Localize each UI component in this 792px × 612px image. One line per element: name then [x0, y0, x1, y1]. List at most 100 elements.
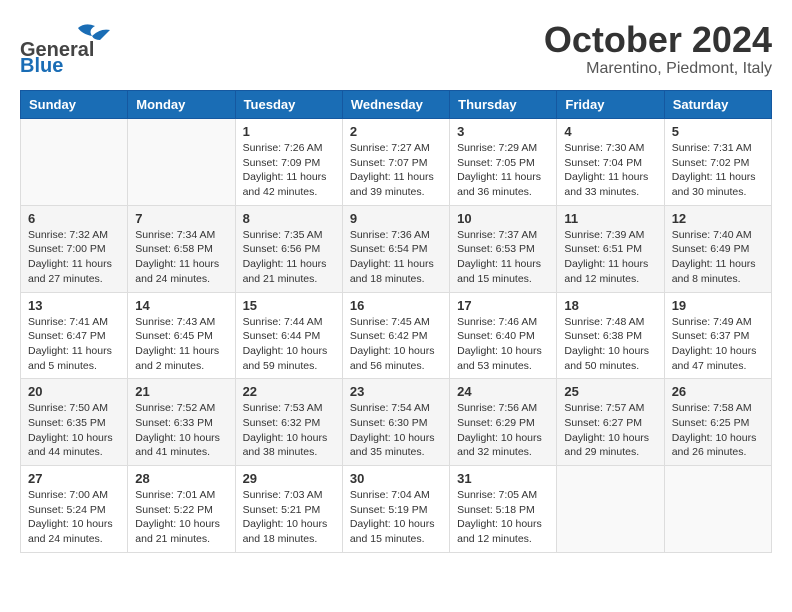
calendar-day: 30Sunrise: 7:04 AM Sunset: 5:19 PM Dayli…	[342, 466, 449, 553]
calendar-day: 28 Sunrise: 7:01 AM Sunset: 5:22 PM Dayli…	[128, 466, 235, 553]
logo: General Blue	[20, 20, 150, 80]
day-number: 20	[28, 384, 120, 399]
day-number: 6	[28, 211, 120, 226]
day-info: Sunrise: 7:01 AM Sunset: 5:22 PM Dayligh…	[135, 488, 227, 547]
day-info: Sunrise: 7:40 AM Sunset: 6:49 PM Dayligh…	[672, 228, 764, 287]
calendar-day: 27Sunrise: 7:00 AM Sunset: 5:24 PM Dayli…	[21, 466, 128, 553]
day-number: 17	[457, 298, 549, 313]
weekday-header-thursday: Thursday	[450, 91, 557, 119]
day-info: Sunrise: 7:41 AM Sunset: 6:47 PM Dayligh…	[28, 315, 120, 374]
calendar-day: 13 Sunrise: 7:41 AM Sunset: 6:47 PM Dayli…	[21, 292, 128, 379]
calendar-day	[557, 466, 664, 553]
calendar-day: 8Sunrise: 7:35 AM Sunset: 6:56 PM Daylig…	[235, 205, 342, 292]
weekday-header-wednesday: Wednesday	[342, 91, 449, 119]
day-number: 13	[28, 298, 120, 313]
day-number: 7	[135, 211, 227, 226]
day-number: 29	[243, 471, 335, 486]
weekday-header-saturday: Saturday	[664, 91, 771, 119]
calendar-day: 11 Sunrise: 7:39 AM Sunset: 6:51 PM Dayli…	[557, 205, 664, 292]
calendar-day: 4 Sunrise: 7:30 AM Sunset: 7:04 PM Daylig…	[557, 119, 664, 206]
day-number: 15	[243, 298, 335, 313]
day-number: 27	[28, 471, 120, 486]
calendar-week-2: 6 Sunrise: 7:32 AM Sunset: 7:00 PM Daylig…	[21, 205, 772, 292]
day-number: 30	[350, 471, 442, 486]
calendar-week-4: 20 Sunrise: 7:50 AM Sunset: 6:35 PM Dayli…	[21, 379, 772, 466]
day-number: 21	[135, 384, 227, 399]
day-info: Sunrise: 7:46 AM Sunset: 6:40 PM Dayligh…	[457, 315, 549, 374]
day-number: 25	[564, 384, 656, 399]
day-number: 2	[350, 124, 442, 139]
day-info: Sunrise: 7:37 AM Sunset: 6:53 PM Dayligh…	[457, 228, 549, 287]
day-number: 28	[135, 471, 227, 486]
day-number: 10	[457, 211, 549, 226]
calendar-day: 15 Sunrise: 7:44 AM Sunset: 6:44 PM Dayli…	[235, 292, 342, 379]
calendar-day: 9 Sunrise: 7:36 AM Sunset: 6:54 PM Daylig…	[342, 205, 449, 292]
day-info: Sunrise: 7:50 AM Sunset: 6:35 PM Dayligh…	[28, 401, 120, 460]
logo-svg: General Blue	[20, 20, 150, 75]
day-info: Sunrise: 7:31 AM Sunset: 7:02 PM Dayligh…	[672, 141, 764, 200]
day-number: 22	[243, 384, 335, 399]
calendar-day: 29 Sunrise: 7:03 AM Sunset: 5:21 PM Dayli…	[235, 466, 342, 553]
day-number: 24	[457, 384, 549, 399]
weekday-header-tuesday: Tuesday	[235, 91, 342, 119]
day-number: 23	[350, 384, 442, 399]
calendar-day: 7 Sunrise: 7:34 AM Sunset: 6:58 PM Daylig…	[128, 205, 235, 292]
calendar-day: 10 Sunrise: 7:37 AM Sunset: 6:53 PM Dayli…	[450, 205, 557, 292]
day-info: Sunrise: 7:43 AM Sunset: 6:45 PM Dayligh…	[135, 315, 227, 374]
weekday-header-monday: Monday	[128, 91, 235, 119]
day-number: 19	[672, 298, 764, 313]
day-number: 12	[672, 211, 764, 226]
day-info: Sunrise: 7:26 AM Sunset: 7:09 PM Dayligh…	[243, 141, 335, 200]
day-number: 5	[672, 124, 764, 139]
day-info: Sunrise: 7:03 AM Sunset: 5:21 PM Dayligh…	[243, 488, 335, 547]
calendar-day	[664, 466, 771, 553]
weekday-header-sunday: Sunday	[21, 91, 128, 119]
weekday-header-friday: Friday	[557, 91, 664, 119]
day-info: Sunrise: 7:30 AM Sunset: 7:04 PM Dayligh…	[564, 141, 656, 200]
day-info: Sunrise: 7:48 AM Sunset: 6:38 PM Dayligh…	[564, 315, 656, 374]
day-number: 4	[564, 124, 656, 139]
day-number: 14	[135, 298, 227, 313]
day-number: 11	[564, 211, 656, 226]
calendar-week-5: 27Sunrise: 7:00 AM Sunset: 5:24 PM Dayli…	[21, 466, 772, 553]
day-info: Sunrise: 7:52 AM Sunset: 6:33 PM Dayligh…	[135, 401, 227, 460]
day-info: Sunrise: 7:34 AM Sunset: 6:58 PM Dayligh…	[135, 228, 227, 287]
day-info: Sunrise: 7:54 AM Sunset: 6:30 PM Dayligh…	[350, 401, 442, 460]
calendar-day: 14 Sunrise: 7:43 AM Sunset: 6:45 PM Dayli…	[128, 292, 235, 379]
calendar-day: 21 Sunrise: 7:52 AM Sunset: 6:33 PM Dayli…	[128, 379, 235, 466]
calendar-week-3: 13 Sunrise: 7:41 AM Sunset: 6:47 PM Dayli…	[21, 292, 772, 379]
calendar-day: 25 Sunrise: 7:57 AM Sunset: 6:27 PM Dayli…	[557, 379, 664, 466]
day-info: Sunrise: 7:29 AM Sunset: 7:05 PM Dayligh…	[457, 141, 549, 200]
calendar-day: 5 Sunrise: 7:31 AM Sunset: 7:02 PM Daylig…	[664, 119, 771, 206]
calendar-day: 24 Sunrise: 7:56 AM Sunset: 6:29 PM Dayli…	[450, 379, 557, 466]
day-number: 26	[672, 384, 764, 399]
weekday-header-row: SundayMondayTuesdayWednesdayThursdayFrid…	[21, 91, 772, 119]
day-info: Sunrise: 7:05 AM Sunset: 5:18 PM Dayligh…	[457, 488, 549, 547]
calendar-day	[128, 119, 235, 206]
page-header: General Blue October 2024 Marentino, Pie…	[20, 20, 772, 80]
calendar-day: 18 Sunrise: 7:48 AM Sunset: 6:38 PM Dayli…	[557, 292, 664, 379]
day-info: Sunrise: 7:35 AM Sunset: 6:56 PM Dayligh…	[243, 228, 335, 287]
day-info: Sunrise: 7:58 AM Sunset: 6:25 PM Dayligh…	[672, 401, 764, 460]
calendar-day: 19Sunrise: 7:49 AM Sunset: 6:37 PM Dayli…	[664, 292, 771, 379]
day-info: Sunrise: 7:53 AM Sunset: 6:32 PM Dayligh…	[243, 401, 335, 460]
svg-text:Blue: Blue	[20, 55, 63, 75]
calendar-day: 2Sunrise: 7:27 AM Sunset: 7:07 PM Daylig…	[342, 119, 449, 206]
day-info: Sunrise: 7:45 AM Sunset: 6:42 PM Dayligh…	[350, 315, 442, 374]
day-number: 9	[350, 211, 442, 226]
calendar-day	[21, 119, 128, 206]
day-number: 16	[350, 298, 442, 313]
day-info: Sunrise: 7:39 AM Sunset: 6:51 PM Dayligh…	[564, 228, 656, 287]
calendar-day: 23 Sunrise: 7:54 AM Sunset: 6:30 PM Dayli…	[342, 379, 449, 466]
day-info: Sunrise: 7:57 AM Sunset: 6:27 PM Dayligh…	[564, 401, 656, 460]
location: Marentino, Piedmont, Italy	[544, 60, 772, 78]
calendar-day: 1Sunrise: 7:26 AM Sunset: 7:09 PM Daylig…	[235, 119, 342, 206]
day-info: Sunrise: 7:36 AM Sunset: 6:54 PM Dayligh…	[350, 228, 442, 287]
calendar-day: 16 Sunrise: 7:45 AM Sunset: 6:42 PM Dayli…	[342, 292, 449, 379]
day-info: Sunrise: 7:56 AM Sunset: 6:29 PM Dayligh…	[457, 401, 549, 460]
day-info: Sunrise: 7:44 AM Sunset: 6:44 PM Dayligh…	[243, 315, 335, 374]
calendar-table: SundayMondayTuesdayWednesdayThursdayFrid…	[20, 90, 772, 553]
calendar-day: 6 Sunrise: 7:32 AM Sunset: 7:00 PM Daylig…	[21, 205, 128, 292]
day-info: Sunrise: 7:32 AM Sunset: 7:00 PM Dayligh…	[28, 228, 120, 287]
day-number: 18	[564, 298, 656, 313]
